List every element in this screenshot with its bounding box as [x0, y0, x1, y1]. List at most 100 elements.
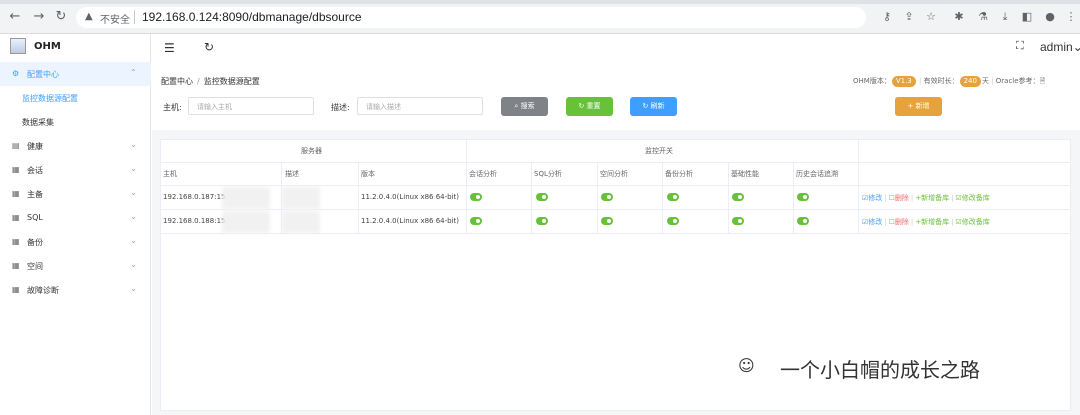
- version-badge: V1.3: [891, 76, 916, 87]
- space-analysis-toggle[interactable]: [601, 217, 613, 225]
- edit-standby-link[interactable]: ☑修改备库: [956, 218, 990, 226]
- sidebar-item-diagnosis[interactable]: ▦ 故障诊断 ⌄: [0, 278, 151, 302]
- table-divider: [531, 162, 532, 233]
- star-icon[interactable]: ☆: [924, 10, 938, 23]
- backup-analysis-toggle[interactable]: [667, 193, 679, 201]
- chart-icon: ▤: [12, 141, 20, 150]
- table-divider: [728, 162, 729, 233]
- document-icon[interactable]: 🗎: [1040, 77, 1046, 85]
- sql-analysis-toggle[interactable]: [536, 217, 548, 225]
- edit-standby-link[interactable]: ☑修改备库: [956, 194, 990, 202]
- add-standby-link[interactable]: +新增备库: [915, 194, 949, 202]
- session-analysis-toggle[interactable]: [470, 193, 482, 201]
- session-analysis-toggle[interactable]: [470, 217, 482, 225]
- wechat-icon: ☺: [738, 356, 755, 375]
- reset-button[interactable]: ↻ 重置: [566, 97, 613, 116]
- address-bar[interactable]: ▲ 不安全 192.168.0.124:8090/dbmanage/dbsour…: [76, 7, 866, 28]
- sidebar: OHM ⚙ 配置中心 ⌃ 监控数据源配置 数据采集 ▤ 健康 ⌄ ▦ 会话 ⌄ …: [0, 34, 151, 415]
- sidepanel-icon[interactable]: ◧: [1020, 10, 1034, 23]
- column-header: SQL分析: [534, 170, 562, 178]
- menu-icon[interactable]: ⋮: [1064, 10, 1078, 23]
- valid-days-badge: 240: [959, 76, 981, 87]
- sidebar-item-session[interactable]: ▦ 会话 ⌄: [0, 158, 151, 182]
- host-input[interactable]: 请输入主机: [188, 97, 314, 115]
- sidebar-item-label: 配置中心: [27, 70, 59, 79]
- edit-link[interactable]: ☑修改: [862, 194, 882, 202]
- version-label: OHM版本：: [853, 77, 891, 85]
- sql-analysis-toggle[interactable]: [536, 193, 548, 201]
- divider: [134, 10, 135, 24]
- basic-perf-toggle[interactable]: [732, 217, 744, 225]
- grid-icon: ▦: [12, 261, 20, 270]
- delete-link[interactable]: ☐删除: [889, 194, 909, 202]
- desc-label: 描述:: [331, 103, 350, 112]
- fullscreen-icon[interactable]: ⛶: [1016, 39, 1024, 53]
- column-header: 基础性能: [731, 170, 759, 178]
- chevron-down-icon: ⌄: [130, 236, 137, 245]
- back-icon[interactable]: ←: [8, 10, 22, 24]
- delete-link[interactable]: ☐删除: [889, 218, 909, 226]
- breadcrumb-current: 监控数据源配置: [203, 77, 260, 86]
- refresh-icon[interactable]: ↻: [204, 40, 214, 54]
- sidebar-subitem-collect[interactable]: 数据采集: [0, 110, 151, 134]
- table-cell-host: 192.168.0.187:15: [163, 193, 226, 201]
- group-header-server: 服务器: [301, 147, 322, 155]
- refresh-button[interactable]: ↻ 刷新: [630, 97, 677, 116]
- space-analysis-toggle[interactable]: [601, 193, 613, 201]
- chevron-down-icon: ⌄: [1072, 40, 1080, 54]
- sidebar-item-label: 会话: [27, 166, 43, 175]
- chevron-down-icon: ⌄: [130, 260, 137, 269]
- download-icon[interactable]: ⤓: [998, 10, 1012, 24]
- table-divider: [281, 162, 282, 233]
- hamburger-icon[interactable]: ☰: [164, 41, 175, 55]
- breadcrumb: 配置中心 / 监控数据源配置: [161, 77, 260, 86]
- warning-icon: ▲: [85, 11, 93, 22]
- sidebar-item-backup[interactable]: ▦ 备份 ⌄: [0, 230, 151, 254]
- profile-icon[interactable]: ●: [1043, 10, 1057, 23]
- table-divider: [793, 162, 794, 233]
- reload-icon[interactable]: ↻: [54, 10, 68, 24]
- chevron-down-icon: ⌄: [130, 212, 137, 221]
- row-actions: ☑修改 | ☐删除 | +新增备库 | ☑修改备库: [862, 218, 990, 226]
- basic-perf-toggle[interactable]: [732, 193, 744, 201]
- flask-icon[interactable]: ⚗: [976, 10, 990, 23]
- add-standby-link[interactable]: +新增备库: [915, 218, 949, 226]
- reset-label: 重置: [586, 102, 601, 110]
- sidebar-item-config[interactable]: ⚙ 配置中心 ⌃: [0, 62, 151, 86]
- history-session-toggle[interactable]: [797, 217, 809, 225]
- sidebar-item-health[interactable]: ▤ 健康 ⌄: [0, 134, 151, 158]
- key-icon[interactable]: ⚷: [880, 10, 894, 23]
- share-icon[interactable]: ⇪: [902, 10, 916, 23]
- sidebar-item-space[interactable]: ▦ 空间 ⌄: [0, 254, 151, 278]
- extension-icon[interactable]: ✱: [952, 10, 966, 23]
- chevron-down-icon: ⌄: [130, 164, 137, 173]
- sidebar-item-sql[interactable]: ▦ SQL ⌄: [0, 206, 151, 230]
- refresh-icon: ↻: [642, 102, 651, 110]
- search-button[interactable]: ⌕ 搜索: [501, 97, 548, 116]
- column-header: 会话分析: [469, 170, 497, 178]
- insecure-label: 不安全: [100, 15, 130, 26]
- desc-input[interactable]: 请输入描述: [357, 97, 483, 115]
- forward-icon[interactable]: →: [32, 10, 46, 24]
- chevron-up-icon: ⌃: [130, 68, 137, 77]
- grid-icon: ▦: [12, 189, 20, 198]
- sidebar-item-label: 健康: [27, 142, 43, 151]
- sidebar-item-label: 主备: [27, 190, 43, 199]
- sidebar-item-standby[interactable]: ▦ 主备 ⌄: [0, 182, 151, 206]
- group-header-monitor: 监控开关: [645, 147, 673, 155]
- add-button[interactable]: + 新增: [895, 97, 942, 116]
- sidebar-subitem-dbsource[interactable]: 监控数据源配置: [0, 86, 151, 110]
- edit-link[interactable]: ☑修改: [862, 218, 882, 226]
- history-session-toggle[interactable]: [797, 193, 809, 201]
- table-divider: [597, 162, 598, 233]
- browser-toolbar: ← → ↻ ▲ 不安全 192.168.0.124:8090/dbmanage/…: [0, 0, 1080, 34]
- redaction: [226, 191, 266, 205]
- redaction: [286, 215, 316, 229]
- breadcrumb-parent[interactable]: 配置中心: [161, 77, 193, 86]
- user-menu[interactable]: admin⌄: [1040, 40, 1080, 54]
- grid-icon: ▦: [12, 285, 20, 294]
- backup-analysis-toggle[interactable]: [667, 217, 679, 225]
- url-text[interactable]: 192.168.0.124:8090/dbmanage/dbsource: [142, 10, 362, 24]
- chevron-down-icon: ⌄: [130, 140, 137, 149]
- row-actions: ☑修改 | ☐删除 | +新增备库 | ☑修改备库: [862, 194, 990, 202]
